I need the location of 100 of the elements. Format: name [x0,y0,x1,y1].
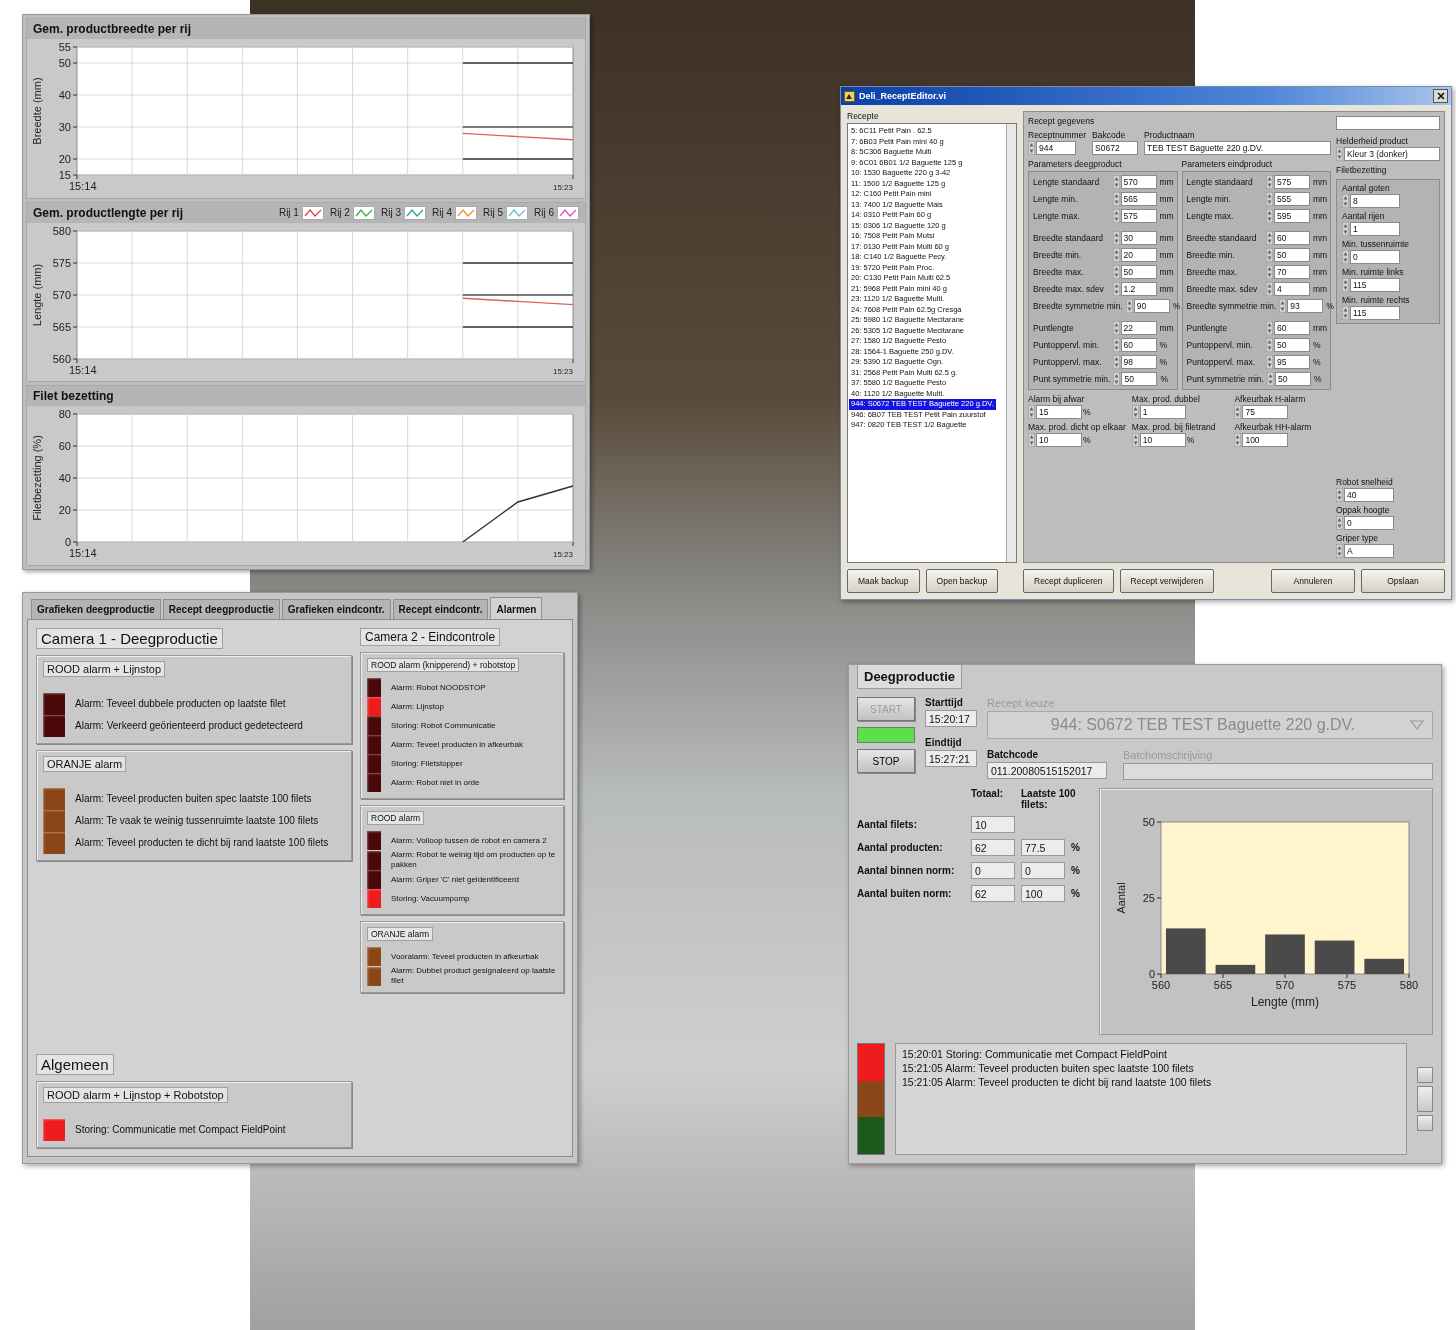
tab[interactable]: Grafieken deegproductie [31,599,161,619]
scroll-thumb[interactable] [1417,1086,1433,1112]
spinner-icon[interactable] [1112,248,1120,262]
spinner-icon[interactable] [1266,372,1274,386]
dialog-button[interactable]: Maak backup [847,569,920,593]
spinner-icon[interactable] [1112,321,1120,335]
input-field[interactable]: 4 [1274,282,1310,296]
input-field[interactable]: 50 [1274,372,1311,386]
spinner-icon[interactable] [1336,488,1343,502]
input-field[interactable]: 1.2 [1120,282,1157,296]
spinner-icon[interactable] [1342,306,1349,320]
spinner-icon[interactable] [1112,265,1120,279]
spinner-icon[interactable] [1234,433,1242,447]
spinner-icon[interactable] [1279,299,1287,313]
dialog-button[interactable]: Recept dupliceren [1023,569,1114,593]
time-field[interactable]: 15:27:21 [925,750,977,767]
spinner-icon[interactable] [1112,282,1120,296]
input-field[interactable]: 8 [1350,194,1400,208]
spinner-icon[interactable] [1112,209,1120,223]
input-field[interactable]: 0 [1350,250,1400,264]
spinner-icon[interactable] [1336,147,1343,161]
input-field[interactable]: 575 [1120,209,1157,223]
recipe-list[interactable] [847,123,1017,563]
spinner-icon[interactable] [1266,355,1273,369]
input-field[interactable]: 10 [1036,433,1082,447]
dialog-button[interactable]: Recept verwijderen [1119,569,1215,593]
input-field[interactable]: 40 [1344,488,1394,502]
spinner-icon[interactable] [1266,338,1273,352]
input-field[interactable]: 22 [1120,321,1157,335]
tab[interactable]: Recept eindcontr. [392,599,489,619]
spinner-icon[interactable] [1131,433,1139,447]
close-button[interactable] [1433,89,1448,103]
input-field[interactable]: 570 [1120,175,1157,189]
tab[interactable]: Recept deegproductie [162,599,280,619]
input-field[interactable]: 10 [1139,433,1186,447]
spinner-icon[interactable] [1113,372,1121,386]
input-field[interactable]: S0672 [1092,141,1139,155]
spinner-icon[interactable] [1125,299,1133,313]
input-field[interactable]: 60 [1274,321,1310,335]
spinner-icon[interactable] [1336,516,1343,530]
input-field[interactable]: 0 [1344,516,1394,530]
input-field[interactable]: 115 [1350,278,1400,292]
spinner-icon[interactable] [1028,433,1035,447]
input-field[interactable]: 555 [1274,192,1310,206]
spinner-icon[interactable] [1342,250,1349,264]
dialog-button[interactable]: Open backup [925,569,999,593]
input-field[interactable]: 50 [1121,372,1158,386]
spinner-icon[interactable] [1112,192,1120,206]
spinner-icon[interactable] [1028,405,1035,419]
input-field[interactable]: 50 [1274,248,1310,262]
spinner-icon[interactable] [1266,248,1273,262]
spinner-icon[interactable] [1266,265,1273,279]
input-field[interactable]: 30 [1120,231,1157,245]
input-field[interactable]: 575 [1274,175,1310,189]
input-field[interactable]: 15 [1036,405,1082,419]
spinner-icon[interactable] [1131,405,1139,419]
input-field[interactable]: 70 [1274,265,1310,279]
spinner-icon[interactable] [1112,355,1120,369]
input-field[interactable]: 60 [1120,338,1157,352]
spinner-icon[interactable] [1266,282,1273,296]
tab[interactable]: Alarmen [490,597,543,619]
panel-tab[interactable]: Deegproductie [857,665,962,689]
input-field[interactable]: A [1344,544,1394,558]
spinner-icon[interactable] [1342,222,1349,236]
input-field[interactable]: 50 [1120,265,1157,279]
input-field[interactable]: TEB TEST Baguette 220 g.DV. [1144,141,1331,155]
input-field[interactable]: 115 [1350,306,1400,320]
spinner-icon[interactable] [1342,278,1349,292]
input-field[interactable]: 944 [1036,141,1076,155]
input-field[interactable]: 95 [1274,355,1310,369]
input-field[interactable]: 1 [1139,405,1186,419]
input-field[interactable]: 60 [1274,231,1310,245]
input-field[interactable] [1123,763,1433,780]
spinner-icon[interactable] [1266,209,1273,223]
spinner-icon[interactable] [1266,231,1273,245]
spinner-icon[interactable] [1342,194,1349,208]
input-field[interactable]: 100 [1242,433,1289,447]
spinner-icon[interactable] [1266,321,1273,335]
input-field[interactable]: 565 [1120,192,1157,206]
input-field[interactable]: 20 [1120,248,1157,262]
spinner-icon[interactable] [1028,141,1035,155]
spinner-icon[interactable] [1112,338,1120,352]
input-field[interactable]: 50 [1274,338,1310,352]
spinner-icon[interactable] [1112,231,1120,245]
scroll-up-button[interactable] [1417,1067,1433,1083]
dialog-button[interactable]: Annuleren [1271,569,1355,593]
input-field[interactable]: 93 [1287,299,1324,313]
text-field[interactable] [1336,116,1440,130]
spinner-icon[interactable] [1112,175,1120,189]
input-field[interactable]: 1 [1350,222,1400,236]
dropdown-field[interactable]: Kleur 3 (donker) [1344,147,1440,161]
input-field[interactable]: 98 [1120,355,1157,369]
scroll-down-button[interactable] [1417,1115,1433,1131]
input-field[interactable]: 90 [1133,299,1170,313]
input-field[interactable]: 595 [1274,209,1310,223]
spinner-icon[interactable] [1234,405,1242,419]
spinner-icon[interactable] [1336,544,1343,558]
stop-button[interactable]: STOP [857,749,915,773]
time-field[interactable]: 15:20:17 [925,710,977,727]
spinner-icon[interactable] [1266,192,1273,206]
